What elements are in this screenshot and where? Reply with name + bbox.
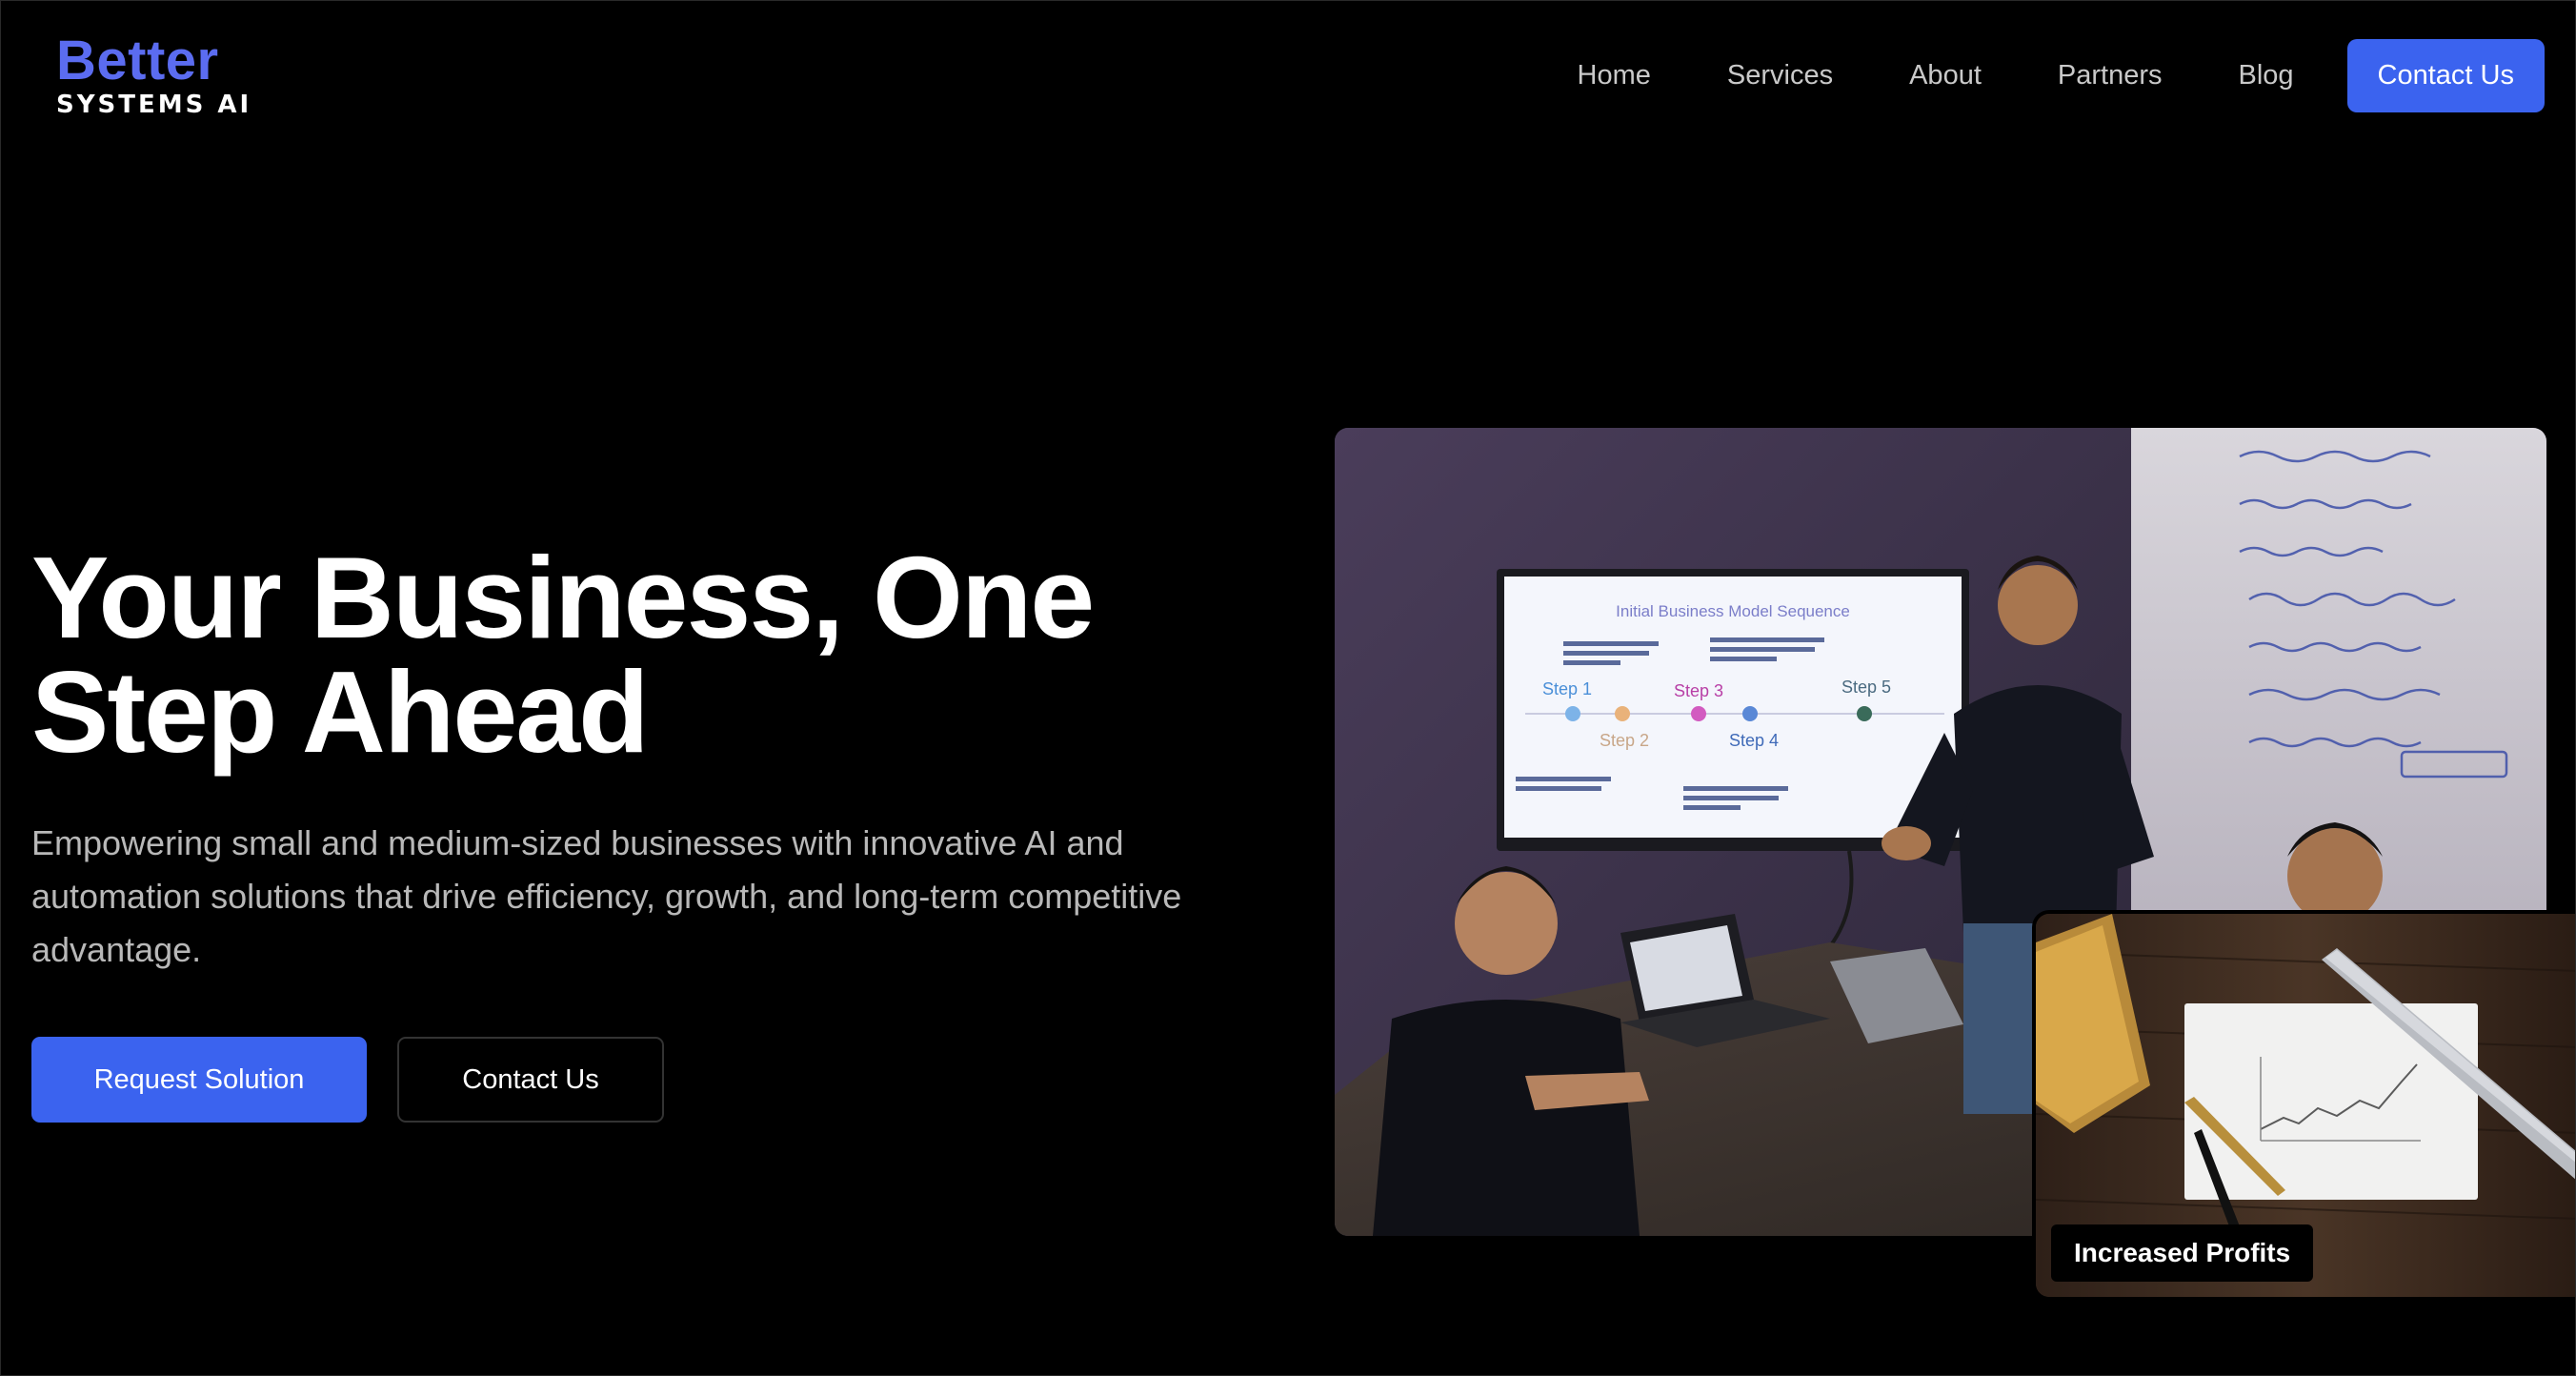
nav-contact-button[interactable]: Contact Us [2346,39,2545,112]
nav-home[interactable]: Home [1540,60,1689,91]
step-5-label: Step 5 [1841,678,1891,697]
nav-services[interactable]: Services [1689,60,1871,91]
hero-title-line-1: Your Business, One [31,533,1095,662]
nav-partners[interactable]: Partners [2020,60,2201,91]
hero-actions: Request Solution Contact Us [31,1037,664,1123]
step-1-label: Step 1 [1542,679,1592,698]
nav-blog[interactable]: Blog [2201,60,2332,91]
brand-name: Better [56,30,219,91]
page-root: Better SYSTEMS AI Home Services About Pa… [0,0,2576,1376]
hero-subtitle: Empowering small and medium-sized busine… [31,823,1182,969]
step-4-label: Step 4 [1729,731,1779,750]
increased-profits-badge: Increased Profits [2051,1224,2314,1282]
hero-title-line-2: Step Ahead [31,647,650,777]
brand-tagline: SYSTEMS AI [56,91,252,119]
hero-title: Your Business, One Step Ahead [31,539,1175,770]
request-solution-button[interactable]: Request Solution [31,1037,367,1123]
step-2-label: Step 2 [1600,731,1649,750]
main-nav: Home Services About Partners Blog Contac… [1540,39,2545,112]
brand-logo[interactable]: Better SYSTEMS AI [56,30,252,119]
contact-us-button[interactable]: Contact Us [397,1037,664,1123]
screen-title: Initial Business Model Sequence [1616,602,1850,620]
profits-photo: Increased Profits [2036,914,2575,1297]
nav-about[interactable]: About [1871,60,2020,91]
step-3-label: Step 3 [1674,681,1723,700]
